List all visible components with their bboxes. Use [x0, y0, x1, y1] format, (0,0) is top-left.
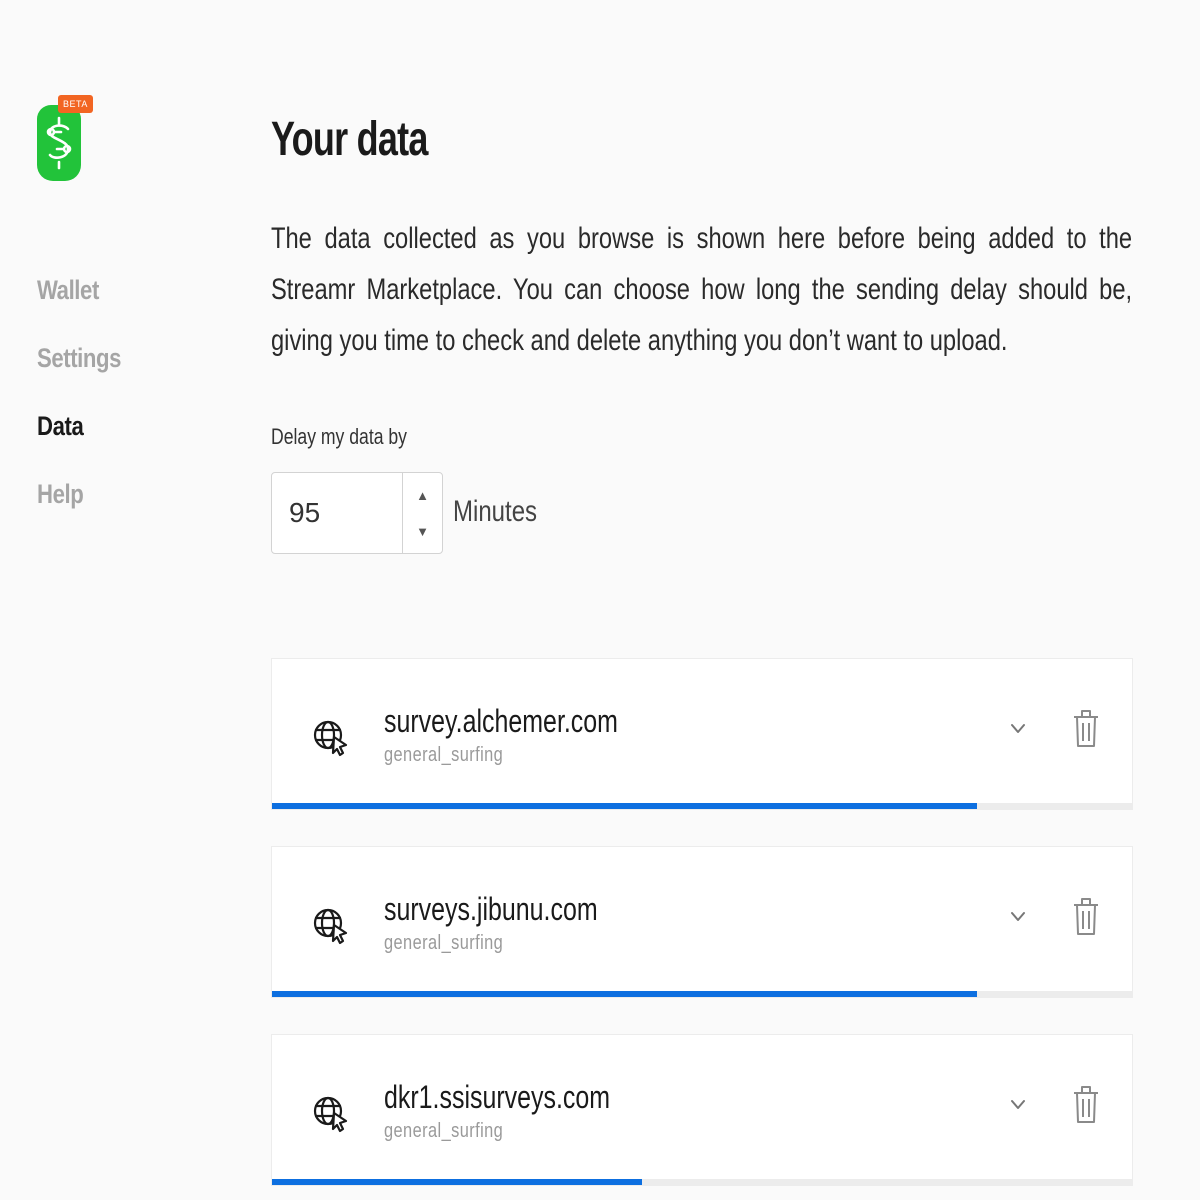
triangle-down-icon[interactable]: ▼	[403, 513, 443, 549]
sidebar-item-wallet[interactable]: Wallet	[37, 268, 121, 336]
globe-cursor-icon	[313, 720, 348, 757]
list-item: dkr1.ssisurveys.com general_surfing	[271, 1034, 1133, 1186]
upload-progress-track	[272, 803, 1132, 809]
page-description: The data collected as you browse is show…	[271, 222, 1133, 357]
item-domain: surveys.jibunu.com	[384, 891, 598, 927]
stepper-arrows: ▲ ▼	[402, 473, 442, 553]
globe-cursor-icon	[313, 1096, 348, 1133]
app-logo[interactable]	[37, 105, 81, 181]
upload-progress-track	[272, 991, 1132, 997]
data-list: survey.alchemer.com general_surfing surv…	[271, 658, 1133, 1200]
delay-label: Delay my data by	[271, 424, 407, 449]
beta-badge: BETA	[58, 95, 93, 113]
sidebar-item-data[interactable]: Data	[37, 404, 121, 472]
sidebar-item-settings[interactable]: Settings	[37, 336, 121, 404]
delay-stepper: ▲ ▼	[271, 472, 443, 554]
chevron-down-icon[interactable]	[1007, 717, 1029, 739]
item-category: general_surfing	[384, 1120, 504, 1142]
globe-cursor-icon	[313, 908, 348, 945]
delay-unit: Minutes	[453, 495, 538, 528]
trash-icon[interactable]	[1072, 897, 1100, 937]
sidebar-nav: Wallet Settings Data Help	[37, 268, 140, 540]
upload-progress-track	[272, 1179, 1132, 1185]
dollar-circuit-icon	[46, 116, 72, 170]
upload-progress-fill	[272, 1179, 642, 1185]
trash-icon[interactable]	[1072, 1085, 1100, 1125]
trash-icon[interactable]	[1072, 709, 1100, 749]
app-root: BETA Wallet Settings Data Help Your data…	[0, 0, 1200, 1200]
chevron-down-icon[interactable]	[1007, 1093, 1029, 1115]
chevron-down-icon[interactable]	[1007, 905, 1029, 927]
list-item: survey.alchemer.com general_surfing	[271, 658, 1133, 810]
upload-progress-fill	[272, 991, 978, 997]
page-title: Your data	[271, 113, 428, 166]
triangle-up-icon[interactable]: ▲	[403, 477, 443, 513]
item-domain: survey.alchemer.com	[384, 703, 618, 739]
item-domain: dkr1.ssisurveys.com	[384, 1079, 611, 1115]
item-category: general_surfing	[384, 744, 504, 766]
list-item: surveys.jibunu.com general_surfing	[271, 846, 1133, 998]
sidebar-item-help[interactable]: Help	[37, 472, 121, 540]
item-category: general_surfing	[384, 932, 504, 954]
upload-progress-fill	[272, 803, 978, 809]
delay-input[interactable]	[272, 473, 402, 553]
